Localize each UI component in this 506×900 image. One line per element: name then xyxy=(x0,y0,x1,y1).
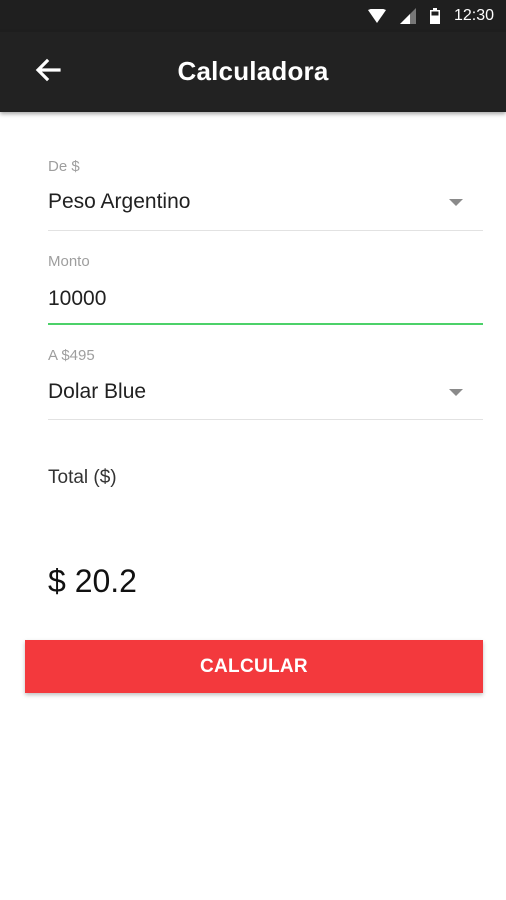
chevron-down-icon xyxy=(449,199,463,206)
amount-label: Monto xyxy=(48,253,90,270)
battery-icon xyxy=(429,8,440,24)
to-currency-dropdown[interactable]: Dolar Blue xyxy=(48,366,483,426)
from-currency-value: Peso Argentino xyxy=(48,190,191,213)
to-currency-value: Dolar Blue xyxy=(48,380,147,403)
amount-input[interactable] xyxy=(48,284,483,314)
chevron-down-icon xyxy=(449,389,463,396)
page-title: Calculadora xyxy=(177,56,329,86)
total-value: $ 20.2 xyxy=(48,563,137,599)
total-label: Total ($) xyxy=(48,467,117,488)
signal-icon xyxy=(399,8,416,24)
from-currency-label: De $ xyxy=(48,158,80,175)
from-currency-dropdown[interactable]: Peso Argentino xyxy=(48,178,483,238)
status-bar: 12:30 xyxy=(0,0,506,32)
from-currency-underline xyxy=(48,230,483,231)
to-currency-label: A $495 xyxy=(48,347,95,364)
to-currency-underline xyxy=(48,419,483,420)
status-time: 12:30 xyxy=(453,7,494,24)
app-bar: Calculadora xyxy=(0,32,506,112)
calculate-button[interactable]: CALCULAR xyxy=(25,640,483,693)
amount-underline xyxy=(48,323,483,325)
wifi-icon xyxy=(367,9,386,23)
